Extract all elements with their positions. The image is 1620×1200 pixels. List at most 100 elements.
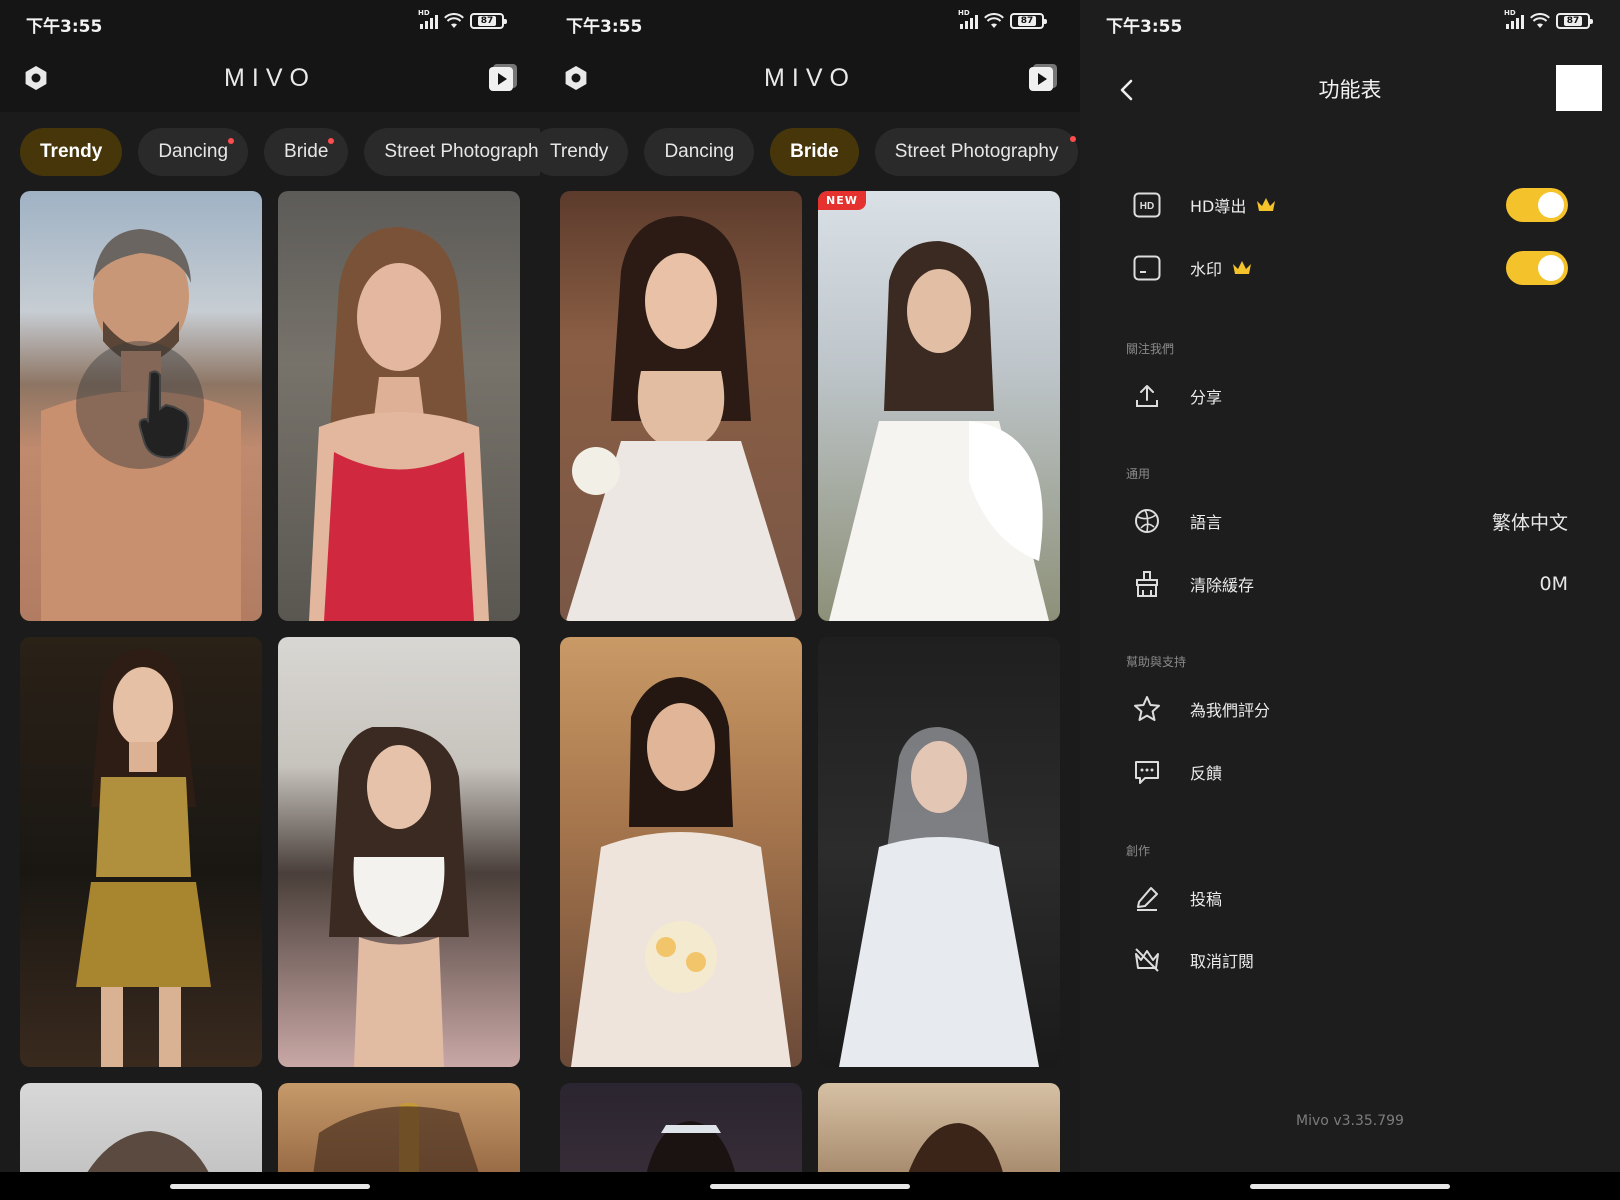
app-bar: MIVO bbox=[0, 50, 540, 110]
wifi-icon bbox=[984, 13, 1004, 28]
home-screen-bride: 下午3:55 HD 87 MIVO Trendy Dancing Bride S… bbox=[540, 0, 1080, 1200]
status-bar: 下午3:55 HD 87 bbox=[0, 0, 540, 46]
pointer-hand-icon bbox=[138, 370, 190, 459]
share-row[interactable]: 分享 bbox=[1132, 372, 1568, 420]
tab-label: Street Photograph bbox=[384, 141, 539, 162]
wifi-icon bbox=[1530, 13, 1550, 28]
hd-icon: HD bbox=[1133, 192, 1161, 218]
person-thumbnail bbox=[309, 227, 489, 621]
home-screen-trendy: 下午3:55 HD 87 MIVO Trendy Dancing Bride S… bbox=[0, 0, 540, 1200]
submit-row[interactable]: 投稿 bbox=[1132, 874, 1568, 922]
edit-icon bbox=[1137, 887, 1158, 911]
tab-label: Dancing bbox=[664, 141, 735, 162]
person-thumbnail bbox=[829, 241, 1049, 621]
share-label: 分享 bbox=[1190, 388, 1223, 407]
app-brand: MIVO bbox=[764, 64, 856, 92]
section-help-support: 幫助與支持 bbox=[1126, 655, 1187, 669]
wifi-icon bbox=[444, 13, 464, 28]
person-thumbnail bbox=[329, 727, 469, 1067]
globe-icon bbox=[1135, 509, 1159, 533]
status-time: 下午3:55 bbox=[1106, 17, 1183, 37]
tab-label: Bride bbox=[790, 141, 839, 162]
template-card[interactable] bbox=[278, 637, 520, 1067]
template-card[interactable] bbox=[818, 637, 1060, 1067]
settings-screen: 下午3:55 HD 87 功能表 HD HD導出 水印 關注我們 分享 通用 語… bbox=[1080, 0, 1620, 1200]
tab-trendy[interactable]: Trendy bbox=[20, 128, 123, 176]
tab-bride[interactable]: Bride bbox=[264, 128, 349, 176]
tab-dancing[interactable]: Dancing bbox=[138, 128, 249, 176]
template-card[interactable] bbox=[278, 191, 520, 621]
feedback-icon bbox=[1135, 761, 1159, 784]
clear-cache-label: 清除緩存 bbox=[1190, 576, 1255, 595]
watermark-toggle[interactable] bbox=[1506, 251, 1568, 285]
language-value: 繁体中文 bbox=[1491, 511, 1568, 534]
language-row[interactable]: 語言 繁体中文 bbox=[1132, 497, 1568, 545]
category-tabs: Trendy Dancing Bride Street Photograph bbox=[0, 128, 540, 176]
hd-export-label: HD導出 bbox=[1190, 197, 1247, 216]
svg-text:HD: HD bbox=[1140, 201, 1154, 212]
tab-label: Bride bbox=[284, 141, 329, 162]
section-follow-us: 關注我們 bbox=[1126, 342, 1175, 356]
crown-icon bbox=[1233, 261, 1252, 274]
tab-bride[interactable]: Bride bbox=[770, 128, 859, 176]
signal-icon: HD bbox=[1504, 9, 1524, 29]
star-icon bbox=[1134, 696, 1160, 721]
status-bar: 下午3:55 HD 87 bbox=[1080, 0, 1620, 46]
language-label: 語言 bbox=[1190, 513, 1223, 532]
battery-icon: 87 bbox=[470, 13, 507, 29]
unsubscribe-label: 取消訂閱 bbox=[1190, 952, 1255, 971]
template-card[interactable]: NEW bbox=[818, 191, 1060, 621]
watermark-label: 水印 bbox=[1190, 260, 1223, 279]
rate-us-row[interactable]: 為我們評分 bbox=[1132, 685, 1568, 733]
battery-level: 87 bbox=[1017, 16, 1037, 26]
my-videos-icon[interactable] bbox=[1026, 60, 1060, 94]
version-text: Mivo v3.35.799 bbox=[1296, 1113, 1404, 1129]
new-badge: NEW bbox=[818, 191, 866, 210]
tab-street-photography[interactable]: Street Photography bbox=[874, 128, 1079, 176]
crown-icon bbox=[1257, 198, 1276, 211]
signal-icon: HD bbox=[418, 9, 438, 29]
home-indicator bbox=[1080, 1172, 1620, 1200]
template-card[interactable] bbox=[560, 191, 802, 621]
tab-trendy[interactable]: Trendy bbox=[540, 128, 629, 176]
status-time: 下午3:55 bbox=[566, 17, 643, 37]
status-time: 下午3:55 bbox=[26, 17, 103, 37]
new-dot bbox=[328, 138, 335, 144]
tab-dancing[interactable]: Dancing bbox=[644, 128, 755, 176]
tab-street-photography[interactable]: Street Photograph bbox=[364, 128, 540, 176]
hd-export-toggle[interactable] bbox=[1506, 188, 1568, 222]
rate-us-label: 為我們評分 bbox=[1190, 701, 1271, 720]
tap-hint bbox=[76, 341, 204, 469]
feedback-label: 反饋 bbox=[1190, 764, 1223, 783]
unsubscribe-row[interactable]: 取消訂閱 bbox=[1132, 936, 1568, 984]
app-bar: MIVO bbox=[540, 50, 1080, 110]
page-title: 功能表 bbox=[1318, 78, 1382, 102]
person-thumbnail bbox=[566, 216, 796, 621]
template-card[interactable] bbox=[20, 637, 262, 1067]
person-thumbnail bbox=[76, 648, 211, 1067]
feedback-row[interactable]: 反饋 bbox=[1132, 748, 1568, 796]
broom-icon bbox=[1136, 571, 1158, 597]
status-bar: 下午3:55 HD 87 bbox=[540, 0, 1080, 46]
template-card[interactable] bbox=[20, 191, 262, 621]
cache-size-value: 0M bbox=[1539, 573, 1568, 595]
signal-icon: HD bbox=[958, 9, 978, 29]
template-card[interactable] bbox=[560, 637, 802, 1067]
person-thumbnail bbox=[571, 677, 791, 1067]
battery-level: 87 bbox=[1563, 16, 1583, 26]
submit-label: 投稿 bbox=[1190, 890, 1223, 909]
watermark-row: 水印 bbox=[1132, 244, 1568, 292]
share-icon bbox=[1136, 385, 1158, 407]
battery-icon: 87 bbox=[1556, 13, 1593, 29]
my-videos-icon[interactable] bbox=[486, 60, 520, 94]
settings-header: 功能表 bbox=[1080, 60, 1620, 120]
new-dot bbox=[1070, 136, 1077, 142]
tab-label: Trendy bbox=[40, 141, 103, 162]
clear-cache-row[interactable]: 清除緩存 0M bbox=[1132, 560, 1568, 608]
white-square bbox=[1556, 65, 1602, 111]
tab-label: Dancing bbox=[158, 141, 229, 162]
tab-label: Trendy bbox=[550, 141, 609, 162]
home-indicator bbox=[540, 1172, 1080, 1200]
section-general: 通用 bbox=[1126, 467, 1151, 481]
new-dot bbox=[228, 138, 235, 144]
